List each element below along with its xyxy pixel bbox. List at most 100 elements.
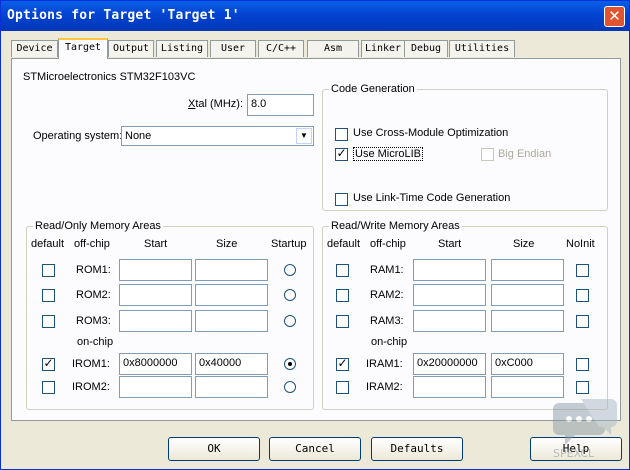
readwrite-memory-group: Read/Write Memory Areas default off-chip… (322, 220, 608, 410)
ram1-noinit-checkbox[interactable] (576, 264, 589, 277)
readonly-memory-title: Read/Only Memory Areas (33, 220, 163, 232)
tab-target[interactable]: Target (58, 38, 108, 59)
rom3-size-input[interactable] (195, 310, 268, 332)
irom2-start-input[interactable] (119, 376, 192, 398)
irom1-label: IROM1: (72, 358, 110, 370)
iram1-start-input[interactable]: 0x20000000 (413, 353, 486, 375)
rw-onchip-label: on-chip (371, 336, 408, 348)
ro-onchip-label: on-chip (77, 336, 114, 348)
watermark-logo: SPEXCL (553, 399, 617, 460)
irom2-startup-radio[interactable] (284, 381, 296, 393)
iram2-default-checkbox[interactable] (336, 381, 349, 394)
checkmark-icon: ✓ (336, 146, 347, 160)
rom3-default-checkbox[interactable] (42, 315, 55, 328)
tab-utilities[interactable]: Utilities (449, 40, 515, 57)
ram1-size-input[interactable] (491, 259, 564, 281)
dialog-title: Options for Target 'Target 1' (7, 8, 240, 23)
ro-header-default: default (31, 238, 65, 250)
ram3-default-checkbox[interactable] (336, 315, 349, 328)
microlib-checkbox[interactable]: ✓ (335, 146, 348, 161)
rom1-startup-radio[interactable] (284, 264, 296, 276)
tab-device[interactable]: Device (11, 40, 58, 57)
rom1-default-checkbox[interactable] (42, 264, 55, 277)
rw-header-default: default (327, 238, 361, 250)
irom1-start-input[interactable]: 0x8000000 (119, 353, 192, 375)
ok-button[interactable]: OK (168, 437, 260, 461)
iram1-default-checkbox[interactable]: ✓ (336, 356, 349, 371)
rw-header-size: Size (513, 238, 535, 250)
tab-output[interactable]: Output (108, 40, 154, 57)
iram2-start-input[interactable] (413, 376, 486, 398)
close-button[interactable]: ✕ (604, 6, 625, 27)
cross-module-label: Use Cross-Module Optimization (353, 127, 509, 139)
checkmark-icon: ✓ (43, 356, 54, 370)
ram3-size-input[interactable] (491, 310, 564, 332)
title-bar[interactable]: Options for Target 'Target 1' ✕ (1, 1, 629, 31)
big-endian-label: Big Endian (498, 148, 552, 160)
rom2-start-input[interactable] (119, 284, 192, 306)
options-dialog: Options for Target 'Target 1' ✕ Device T… (0, 0, 630, 470)
rom1-start-input[interactable] (119, 259, 192, 281)
cross-module-checkbox[interactable] (335, 128, 348, 141)
rom1-size-input[interactable] (195, 259, 268, 281)
irom1-startup-radio[interactable] (284, 358, 296, 370)
microlib-label: Use MicroLIB (353, 147, 424, 161)
rw-header-start: Start (438, 238, 462, 250)
rom1-label: ROM1: (76, 264, 111, 276)
irom2-label: IROM2: (72, 381, 110, 393)
radio-dot-icon (288, 362, 292, 366)
code-generation-title: Code Generation (329, 83, 417, 95)
ram2-noinit-checkbox[interactable] (576, 289, 589, 302)
tab-listing[interactable]: Listing (156, 40, 208, 57)
ltcg-label: Use Link-Time Code Generation (353, 192, 511, 204)
target-tab-panel: STMicroelectronics STM32F103VC Xtal (MHz… (11, 58, 621, 421)
ltcg-checkbox[interactable] (335, 193, 348, 206)
irom2-default-checkbox[interactable] (42, 381, 55, 394)
ram2-label: RAM2: (370, 289, 404, 301)
ram3-label: RAM3: (370, 315, 404, 327)
chevron-down-icon[interactable]: ▼ (296, 128, 312, 144)
irom1-size-input[interactable]: 0x40000 (195, 353, 268, 375)
irom1-default-checkbox[interactable]: ✓ (42, 356, 55, 371)
ram1-label: RAM1: (370, 264, 404, 276)
ram1-default-checkbox[interactable] (336, 264, 349, 277)
iram1-noinit-checkbox[interactable] (576, 358, 589, 371)
defaults-button[interactable]: Defaults (371, 437, 463, 461)
iram2-label: IRAM2: (366, 381, 403, 393)
readwrite-memory-title: Read/Write Memory Areas (329, 220, 462, 232)
rw-header-offchip: off-chip (370, 238, 406, 250)
code-generation-group: Code Generation Use Cross-Module Optimiz… (322, 83, 608, 211)
iram1-size-input[interactable]: 0xC000 (491, 353, 564, 375)
irom2-size-input[interactable] (195, 376, 268, 398)
rom3-start-input[interactable] (119, 310, 192, 332)
tab-asm[interactable]: Asm (307, 40, 359, 57)
tab-c-cpp[interactable]: C/C++ (258, 40, 304, 57)
iram1-label: IRAM1: (366, 358, 403, 370)
tab-debug[interactable]: Debug (404, 40, 448, 57)
ram2-default-checkbox[interactable] (336, 289, 349, 302)
checkmark-icon: ✓ (337, 356, 348, 370)
watermark-text: SPEXCL (553, 447, 595, 460)
tab-user[interactable]: User (210, 40, 256, 57)
ro-header-start: Start (144, 238, 168, 250)
ram3-start-input[interactable] (413, 310, 486, 332)
rom2-startup-radio[interactable] (284, 289, 296, 301)
ram3-noinit-checkbox[interactable] (576, 315, 589, 328)
rom2-default-checkbox[interactable] (42, 289, 55, 302)
os-select[interactable]: None ▼ (121, 126, 314, 146)
rom3-startup-radio[interactable] (284, 315, 296, 327)
xtal-label: Xtal (MHz): (188, 98, 244, 110)
ram2-size-input[interactable] (491, 284, 564, 306)
cancel-button[interactable]: Cancel (269, 437, 361, 461)
xtal-input[interactable]: 8.0 (247, 94, 314, 116)
ram1-start-input[interactable] (413, 259, 486, 281)
ram2-start-input[interactable] (413, 284, 486, 306)
ro-header-size: Size (216, 238, 238, 250)
ro-header-offchip: off-chip (74, 238, 110, 250)
device-name: STMicroelectronics STM32F103VC (23, 71, 196, 83)
rom2-size-input[interactable] (195, 284, 268, 306)
rom3-label: ROM3: (76, 315, 111, 327)
tab-linker[interactable]: Linker (361, 40, 405, 57)
big-endian-checkbox[interactable] (481, 148, 494, 161)
rom2-label: ROM2: (76, 289, 111, 301)
